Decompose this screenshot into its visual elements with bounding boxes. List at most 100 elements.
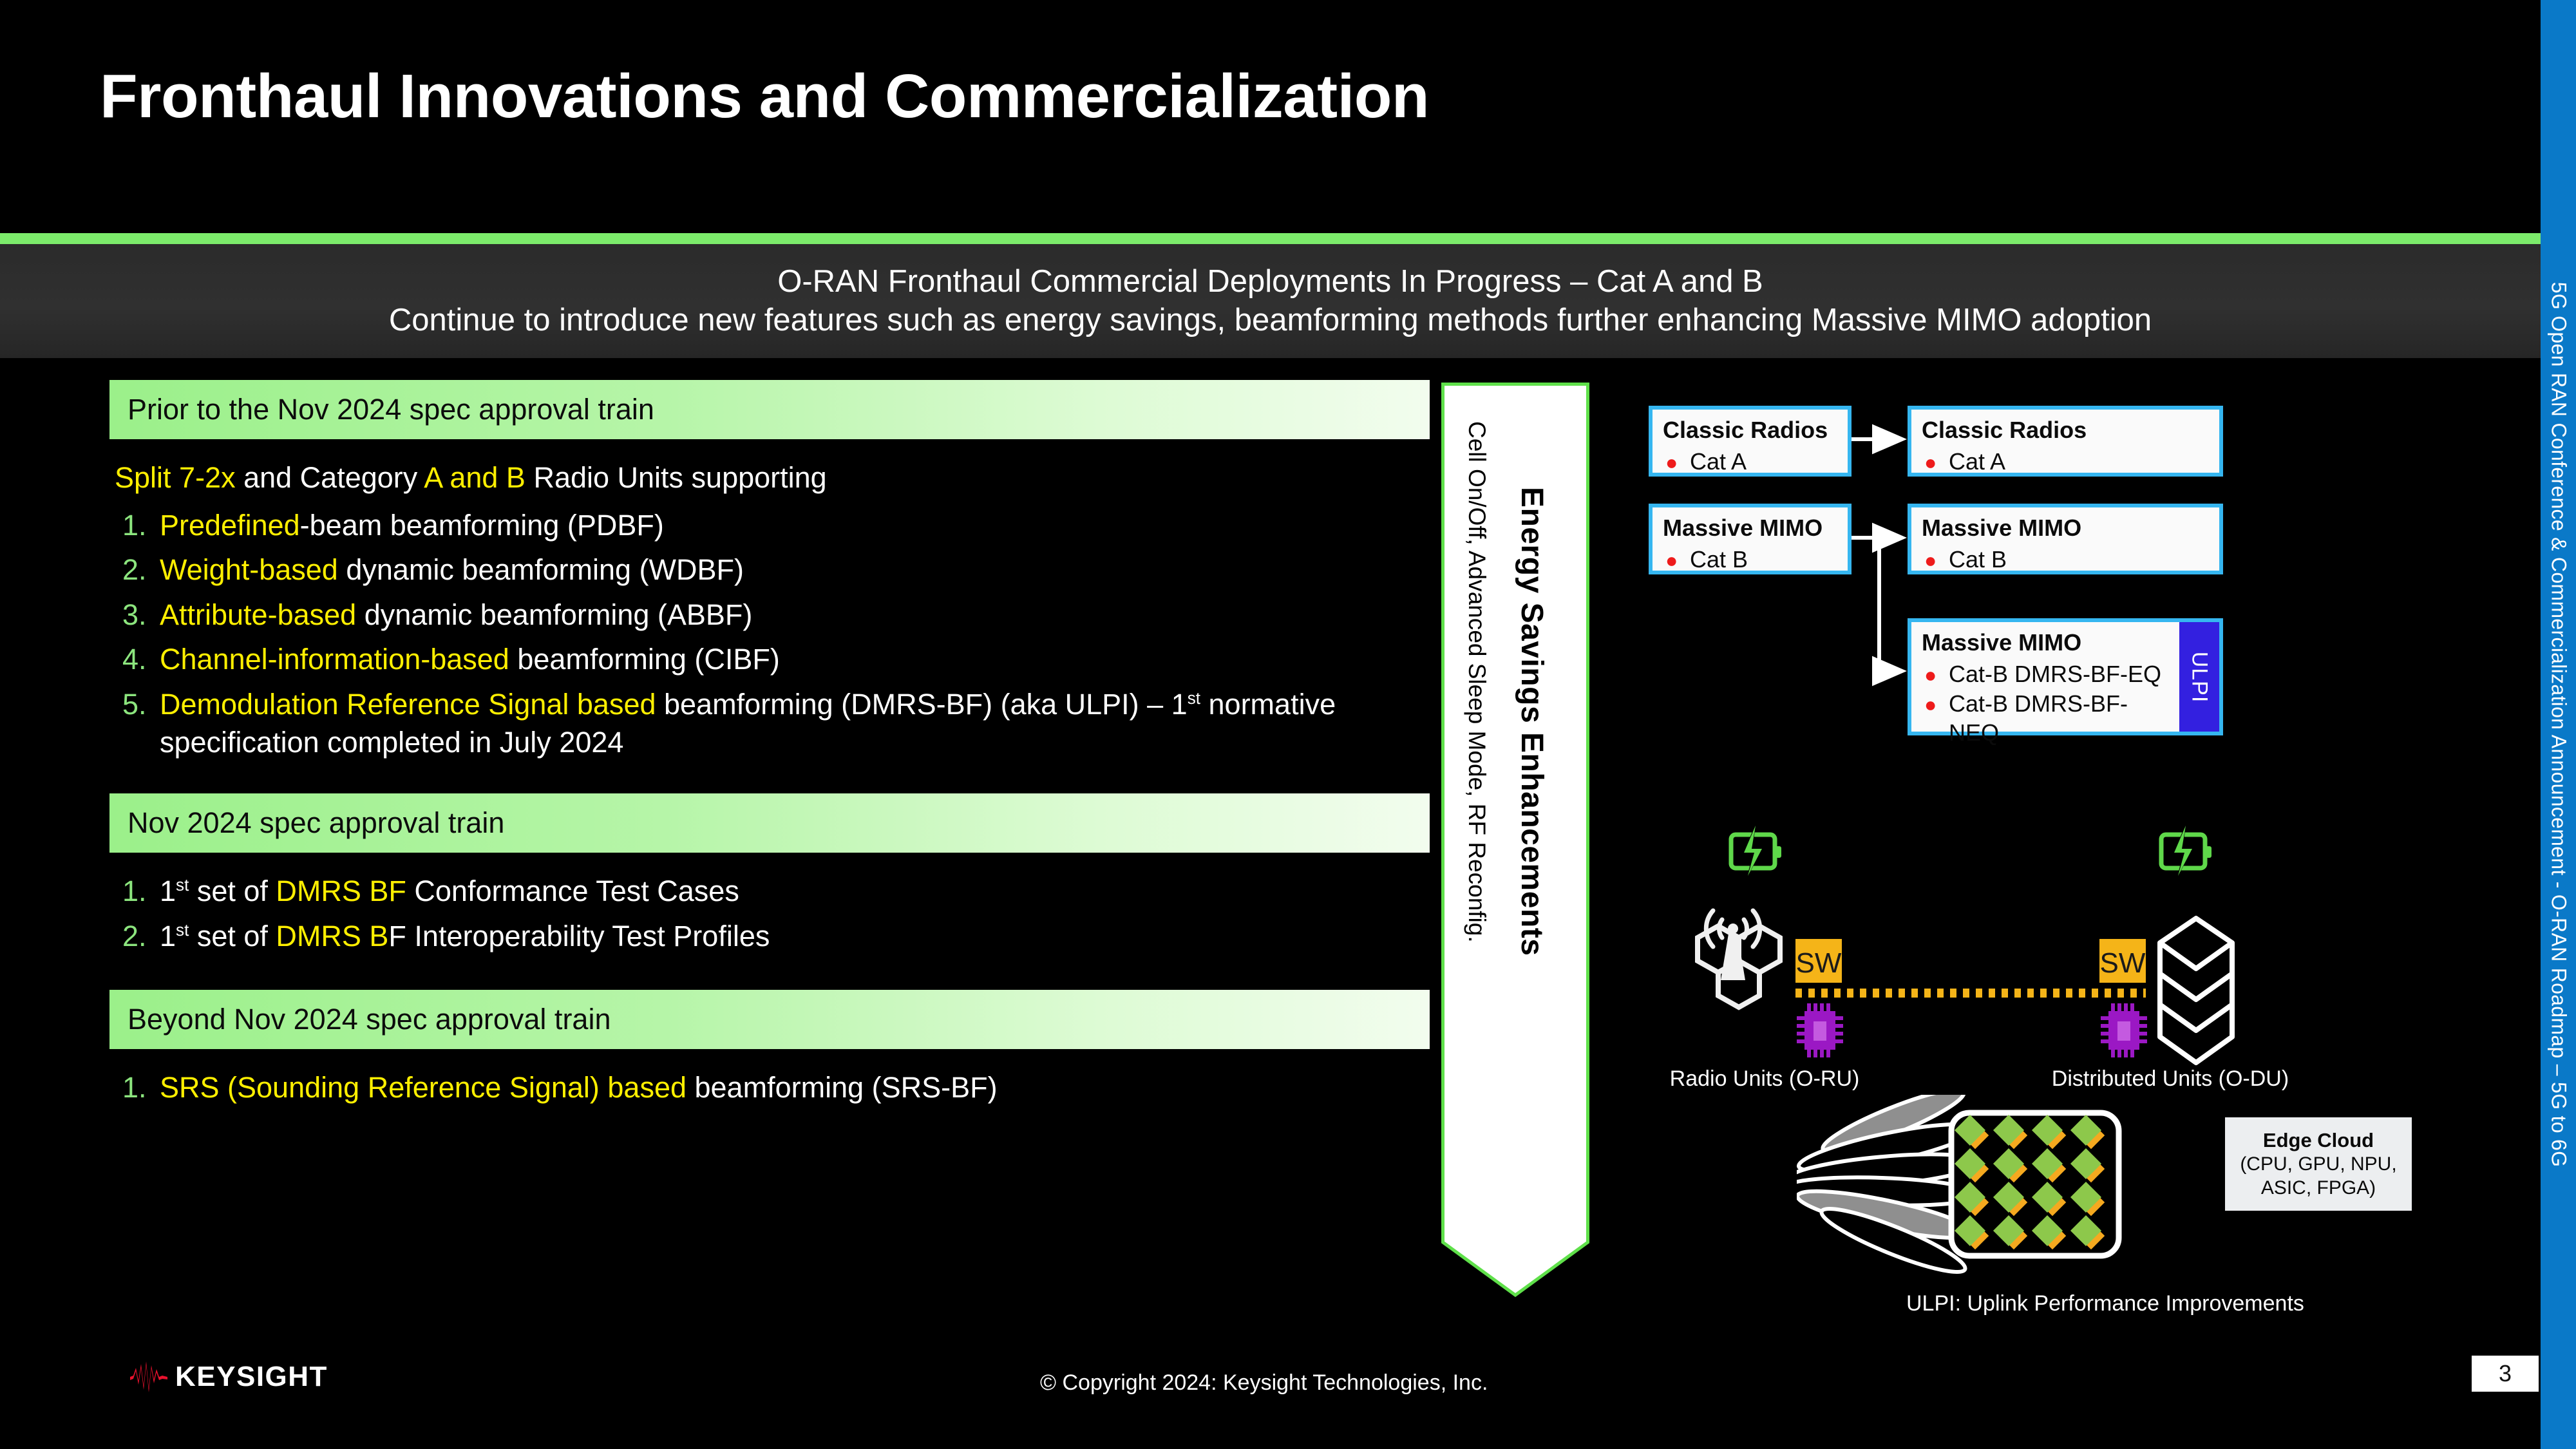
section-header-label: Nov 2024 spec approval train (128, 806, 505, 840)
item-0-4-run-1: beamforming (DMRS-BF) (aka ULPI) – 1 (656, 687, 1188, 721)
item-1-1-run-4: F Interoperability Test Profiles (388, 919, 770, 952)
subtitle-line-1: O-RAN Fronthaul Commercial Deployments I… (777, 263, 1763, 299)
list-item-text: Weight-based dynamic beamforming (WDBF) (160, 551, 1430, 589)
bullet-dot-icon: ● (1665, 549, 1678, 573)
list-item-number: 5. (122, 687, 147, 721)
list-item-text: Attribute-based dynamic beamforming (ABB… (160, 596, 1430, 634)
item-0-4-run-2: st (1187, 688, 1201, 708)
box-bullets: ● Cat A (1922, 447, 2209, 476)
bullet-dot-icon: ● (1924, 663, 1937, 687)
box-massive-mimo-right: Massive MIMO ● Cat B (1908, 504, 2223, 574)
lead-text-run-3: Radio Units supporting (525, 461, 827, 494)
switch-icon-left: SW (1795, 939, 1842, 983)
list-item: 2. Weight-based dynamic beamforming (WDBF… (109, 551, 1430, 589)
arrow-tip (1441, 1196, 1589, 1297)
ulpi-tab: ULPI (2179, 622, 2219, 732)
item-0-2-run-1: dynamic beamforming (ABBF) (356, 598, 753, 631)
page-number: 3 (2472, 1356, 2539, 1392)
list-item-number: 2. (122, 553, 147, 587)
section-header-nov: Nov 2024 spec approval train (109, 793, 1430, 853)
energy-arrow-title: Energy Savings Enhancements (1515, 487, 1549, 956)
chip-icon-left (1797, 1003, 1843, 1057)
bullet-label: Cat B (1949, 546, 2007, 573)
list-item-number: 1. (122, 875, 147, 908)
caption-radio-units: Radio Units (O-RU) (1669, 1066, 1860, 1091)
box-title: Classic Radios (1922, 417, 2087, 443)
item-1-1-run-0: 1 (160, 919, 176, 952)
battery-charging-icon (1728, 824, 1781, 878)
server-stack-icon (2157, 916, 2235, 1065)
list-item-number: 3. (122, 598, 147, 631)
box-bullet: ● Cat B (1922, 545, 2209, 574)
item-1-1-run-2: set of (189, 919, 276, 952)
item-1-0-run-1: st (176, 875, 189, 895)
accent-rule (0, 233, 2541, 244)
beamforming-array-illustration (1782, 1088, 2132, 1275)
ulpi-tab-label: ULPI (2187, 651, 2212, 703)
bullet-label: Cat-B DMRS-BF-NEQ (1949, 690, 2128, 746)
bullet-dot-icon: ● (1924, 549, 1937, 573)
item-2-0-run-0: SRS (Sounding Reference Signal) based (160, 1071, 687, 1104)
section-header-label: Beyond Nov 2024 spec approval train (128, 1003, 611, 1036)
list-item: 3. Attribute-based dynamic beamforming (A… (109, 596, 1430, 634)
box-bullet: ● Cat B (1663, 545, 1837, 574)
antenna-array-panel (1948, 1110, 2122, 1259)
item-0-3-run-0: Channel-information-based (160, 643, 509, 676)
bullet-dot-icon: ● (1924, 692, 1937, 716)
list-item: 2. 1st set of DMRS BF Interoperability Te… (109, 917, 1430, 955)
item-0-0-run-0: Predefined (160, 509, 300, 542)
list-item-number: 2. (122, 919, 147, 952)
box-bullet: ● Cat-B DMRS-BF-NEQ (1922, 689, 2174, 748)
box-bullets: ● Cat B (1663, 545, 1837, 574)
item-2-0-run-1: beamforming (SRS-BF) (687, 1071, 998, 1104)
list-item-number: 4. (122, 643, 147, 676)
list-item-text: 1st set of DMRS BF Conformance Test Case… (160, 872, 1430, 910)
list-item: 5. Demodulation Reference Signal based be… (109, 685, 1430, 762)
box-title: Massive MIMO (1922, 629, 2082, 656)
list-item: 4. Channel-information-based beamforming … (109, 640, 1430, 678)
sw-label-left: SW (1796, 947, 1842, 979)
conference-side-rail: 5G Open RAN Conference & Commercializati… (2541, 0, 2576, 1449)
box-bullet: ● Cat A (1922, 447, 2209, 476)
list-item-text: Demodulation Reference Signal based beam… (160, 685, 1430, 762)
edge-cloud-title: Edge Cloud (2262, 1128, 2374, 1151)
box-bullet: ● Cat-B DMRS-BF-EQ (1922, 659, 2174, 688)
box-massive-mimo-left: Massive MIMO ● Cat B (1649, 504, 1852, 574)
item-1-1-run-3: DMRS B (276, 919, 389, 952)
keysight-logo: KEYSIGHT (129, 1360, 328, 1394)
list-item: 1. SRS (Sounding Reference Signal) based … (109, 1068, 1430, 1106)
energy-arrow-subtitle: Cell On/Off, Advanced Sleep Mode, RF Rec… (1464, 421, 1490, 943)
box-bullets: ● Cat A (1663, 447, 1837, 476)
box-bullets: ● Cat B (1922, 545, 2209, 574)
list-item: 1. 1st set of DMRS BF Conformance Test Ca… (109, 872, 1430, 910)
bullet-dot-icon: ● (1665, 451, 1678, 475)
item-0-3-run-1: beamforming (CIBF) (509, 643, 780, 676)
item-0-1-run-1: dynamic beamforming (WDBF) (337, 553, 744, 587)
bullet-label: Cat-B DMRS-BF-EQ (1949, 661, 2162, 688)
keysight-wordmark: KEYSIGHT (175, 1361, 328, 1392)
item-1-0-run-2: set of (189, 875, 276, 908)
subtitle-banner: O-RAN Fronthaul Commercial Deployments I… (0, 244, 2541, 358)
section-header-label: Prior to the Nov 2024 spec approval trai… (128, 393, 654, 426)
list-item-number: 1. (122, 1071, 147, 1104)
side-rail-label: 5G Open RAN Conference & Commercializati… (2547, 281, 2570, 1168)
section-header-prior: Prior to the Nov 2024 spec approval trai… (109, 380, 1430, 439)
left-content-column: Prior to the Nov 2024 spec approval trai… (109, 380, 1430, 1113)
bullet-label: Cat A (1949, 448, 2006, 475)
list-item: 1. Predefined-beam beamforming (PDBF) (109, 506, 1430, 544)
lead-text-run-0: Split 7-2x (115, 461, 236, 494)
lead-text-run-2: A and B (424, 461, 526, 494)
bullet-label: Cat A (1690, 448, 1747, 475)
list-item-text: Channel-information-based beamforming (C… (160, 640, 1430, 678)
item-0-2-run-0: Attribute-based (160, 598, 357, 631)
edge-cloud-line-2: ASIC, FPGA) (2260, 1177, 2376, 1199)
radio-unit-icon (1695, 908, 1783, 1010)
page-title: Fronthaul Innovations and Commercializat… (100, 62, 1430, 131)
box-classic-radios-right: Classic Radios ● Cat A (1908, 406, 2223, 477)
box-bullets: ● Cat-B DMRS-BF-EQ ● Cat-B DMRS-BF-NEQ (1922, 659, 2174, 747)
box-classic-radios-left: Classic Radios ● Cat A (1649, 406, 1852, 477)
bullet-dot-icon: ● (1924, 451, 1937, 475)
item-1-1-run-1: st (176, 920, 189, 940)
box-title: Massive MIMO (1663, 515, 1823, 541)
box-bullet: ● Cat A (1663, 447, 1837, 476)
